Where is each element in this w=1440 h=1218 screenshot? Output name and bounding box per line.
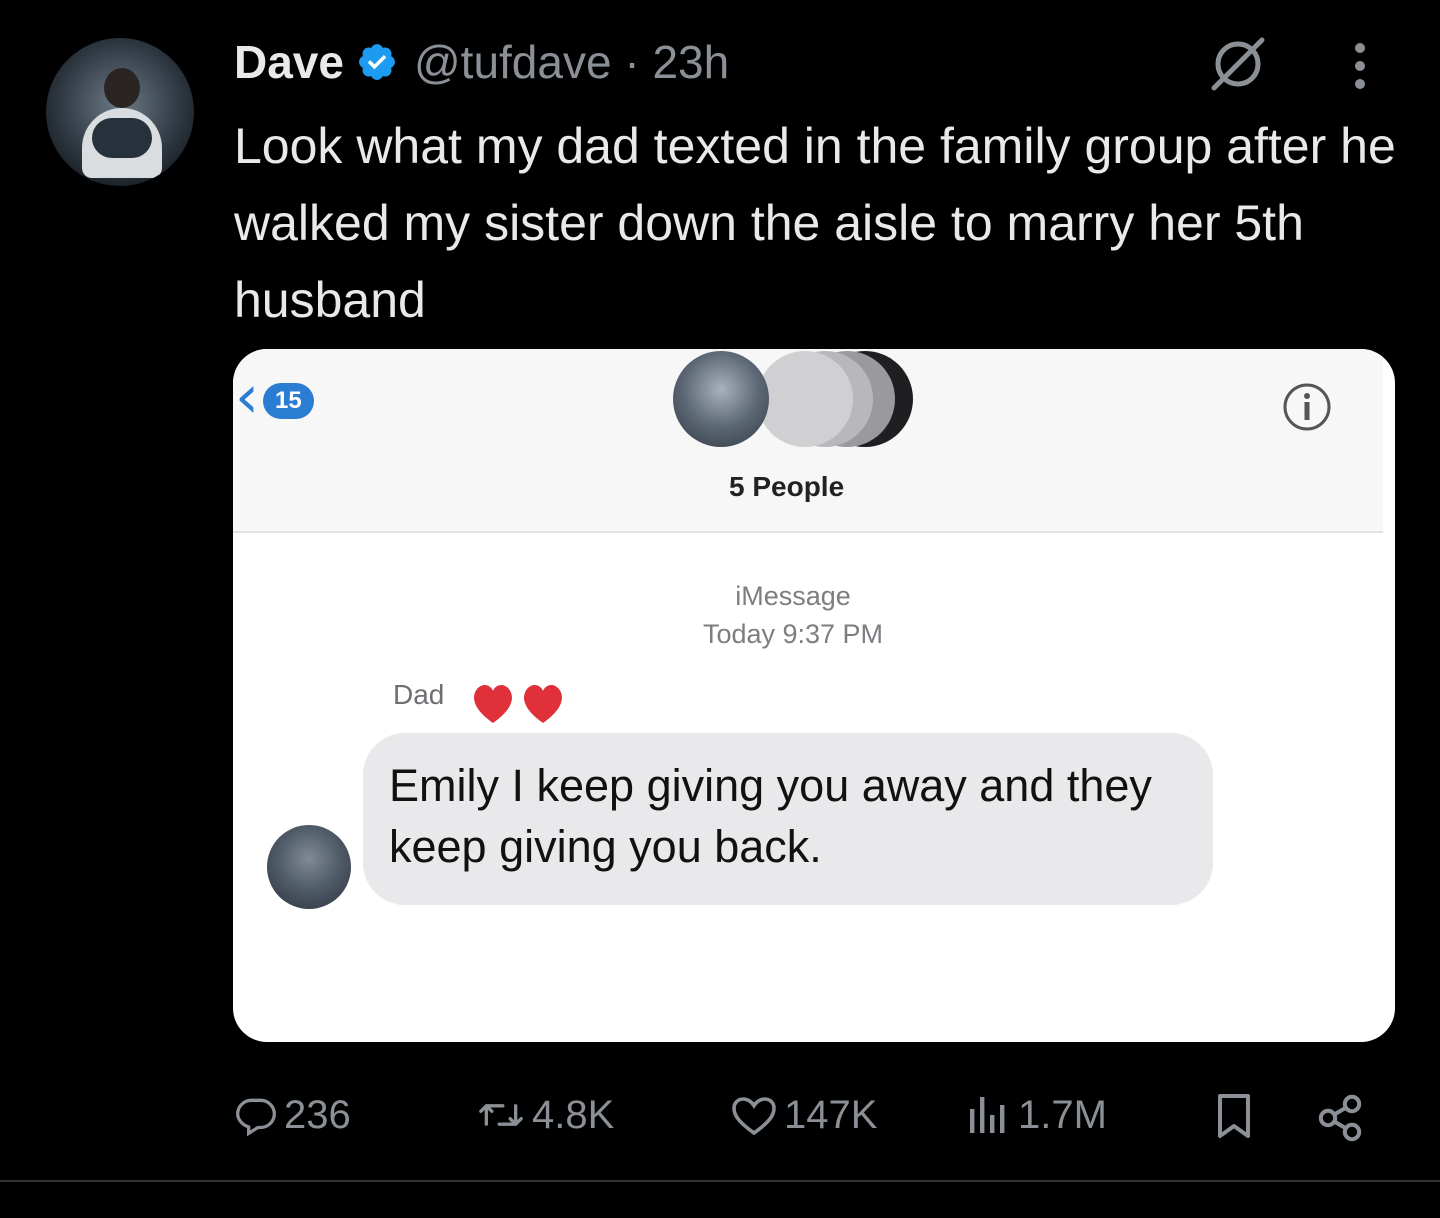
separator-dot: ·: [611, 36, 653, 88]
sender-avatar: [267, 825, 351, 909]
views-button[interactable]: 1.7M: [964, 1080, 1107, 1150]
reply-count: 236: [284, 1092, 351, 1137]
author-avatar[interactable]: [46, 38, 194, 186]
like-count: 147K: [784, 1092, 878, 1137]
reply-icon: [236, 1098, 276, 1137]
info-icon: [1283, 383, 1331, 431]
hearts-icon: [474, 684, 562, 723]
unread-count-badge: 15: [263, 383, 314, 419]
attached-image[interactable]: ‹ 15 5 People iMessage Today 9:37 PM Dad…: [233, 349, 1395, 1042]
verified-badge-icon: [359, 44, 395, 80]
view-count: 1.7M: [1018, 1092, 1107, 1137]
tweet-divider: [0, 1180, 1440, 1182]
chevron-left-icon: ‹: [235, 362, 259, 432]
bookmark-icon[interactable]: [1214, 1092, 1254, 1140]
tweet-header: Dave @tufdave · 23h: [234, 30, 729, 94]
grok-icon[interactable]: [1208, 36, 1268, 92]
message-timestamp: Today 9:37 PM: [702, 619, 884, 649]
group-label: 5 People: [729, 471, 845, 502]
analytics-icon: [970, 1097, 1005, 1133]
repost-icon: [479, 1104, 523, 1126]
dad-avatar: [673, 351, 769, 447]
repost-button[interactable]: 4.8K: [476, 1080, 614, 1150]
share-icon[interactable]: [1314, 1092, 1366, 1144]
group-avatars: [673, 351, 913, 451]
author-name[interactable]: Dave: [234, 35, 344, 89]
repost-count: 4.8K: [532, 1092, 615, 1137]
tweet-actions: 236 4.8K 147K 1.7M: [0, 1080, 1440, 1150]
message-text: Emily I keep giving you away and they ke…: [389, 760, 1152, 872]
message-bubble: Emily I keep giving you away and they ke…: [363, 733, 1213, 905]
more-options-icon[interactable]: [1350, 40, 1370, 92]
heart-icon: [732, 1097, 776, 1136]
tweet-time[interactable]: 23h: [652, 35, 729, 89]
author-handle[interactable]: @tufdave: [414, 35, 612, 89]
imessage-header: ‹ 15 5 People: [233, 349, 1383, 533]
service-label: iMessage: [735, 581, 851, 611]
like-button[interactable]: 147K: [730, 1080, 877, 1150]
tweet-text: Look what my dad texted in the family gr…: [234, 118, 1396, 328]
back-button: ‹ 15: [235, 367, 314, 427]
sender-name: Dad: [393, 679, 445, 710]
reply-button[interactable]: 236: [234, 1080, 351, 1150]
